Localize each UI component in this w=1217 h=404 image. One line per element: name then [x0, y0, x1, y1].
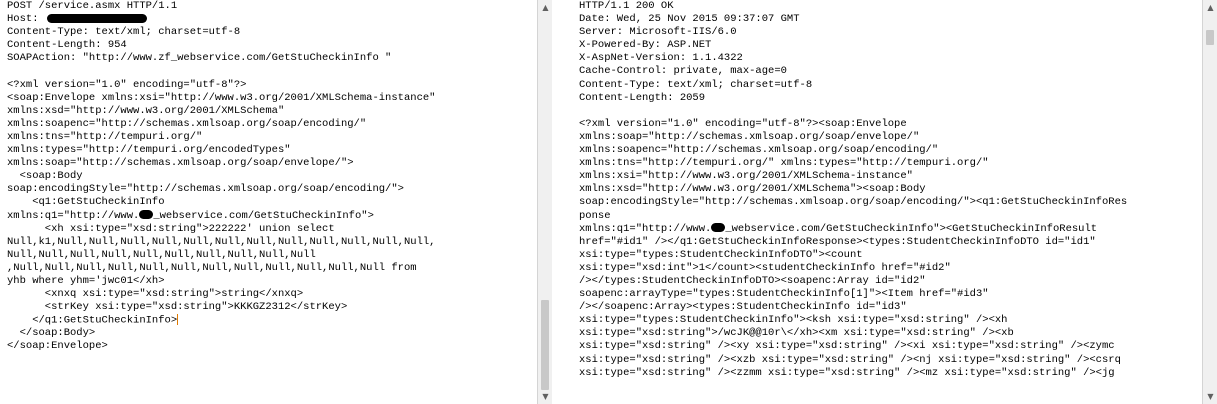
response-body-line: /></soapenc:Array><types:StudentCheckinI… — [579, 301, 907, 314]
scroll-up-arrow-icon[interactable]: ▲ — [538, 0, 553, 15]
response-viewer-pane[interactable]: HTTP/1.1 200 OK Date: Wed, 25 Nov 2015 09… — [552, 0, 1202, 404]
xml-declaration: <?xml version="1.0" encoding="utf-8"?> — [7, 78, 247, 91]
body-open: <soap:Body — [7, 170, 83, 183]
response-body-line: xmlns:xsi="http://www.w3.org/2001/XMLSch… — [579, 170, 913, 183]
request-text[interactable]: POST /service.asmx HTTP/1.1 Host: Content… — [7, 0, 537, 354]
response-scrollbar[interactable]: ▲ ▼ — [1202, 0, 1217, 404]
q1-open: <q1:GetStuCheckinInfo — [7, 196, 165, 209]
redacted-domain — [711, 223, 726, 233]
response-body-line: xsi:type="xsd:string" /><xy xsi:type="xs… — [579, 340, 1115, 353]
scroll-down-arrow-icon[interactable]: ▼ — [538, 389, 553, 404]
response-body-line: /></types:StudentCheckinInfoDTO><soapenc… — [579, 274, 926, 287]
null-line-3: ,Null,Null,Null,Null,Null,Null,Null,Null… — [7, 261, 417, 274]
request-scroll-thumb[interactable] — [541, 300, 549, 390]
response-text[interactable]: HTTP/1.1 200 OK Date: Wed, 25 Nov 2015 09… — [579, 0, 1202, 380]
scroll-up-arrow-icon[interactable]: ▲ — [1203, 0, 1217, 15]
content-length-header: Content-Length: 2059 — [579, 91, 706, 104]
response-body-line: xsi:type="types:StudentCheckinInfo"><ksh… — [579, 314, 1008, 327]
xmlns-soap: xmlns:soap="http://schemas.xmlsoap.org/s… — [7, 157, 354, 170]
powered-by-header: X-Powered-By: ASP.NET — [579, 39, 712, 52]
xmlns-types: xmlns:types="http://tempuri.org/encodedT… — [7, 144, 291, 157]
soap-action-header: SOAPAction: "http://www.zf_webservice.co… — [7, 52, 392, 65]
response-body-line: xsi:type="xsd:int">1</count><studentChec… — [579, 261, 951, 274]
xh-element: <xh xsi:type="xsd:string">222222' union … — [7, 222, 335, 235]
response-body-line: xsi:type="types:StudentCheckinInfoDTO"><… — [579, 248, 863, 261]
date-header: Date: Wed, 25 Nov 2015 09:37:07 GMT — [579, 13, 800, 26]
redacted-host — [46, 13, 147, 23]
response-xmlns-q1: xmlns:q1="http://www. _webservice.com/Get… — [579, 223, 1202, 236]
request-editor-pane[interactable]: POST /service.asmx HTTP/1.1 Host: Content… — [0, 0, 537, 404]
xmlns-xsd: xmlns:xsd="http://www.w3.org/2001/XMLSch… — [7, 104, 285, 117]
null-line-4: yhb where yhm='jwc01</xh> — [7, 274, 165, 287]
response-body-line: <?xml version="1.0" encoding="utf-8"?><s… — [579, 117, 907, 130]
envelope-open: <soap:Envelope xmlns:xsi="http://www.w3.… — [7, 91, 436, 104]
q1-close-text: </q1:GetStuCheckinInfo> — [7, 314, 178, 327]
response-body-line: ponse — [579, 209, 611, 222]
body-close: </soap:Body> — [7, 327, 96, 340]
response-body-line: xsi:type="xsd:string">/wcJK@@10r\</xh><x… — [579, 327, 1014, 340]
request-line: POST /service.asmx HTTP/1.1 — [7, 0, 178, 12]
aspnet-version-header: X-AspNet-Version: 1.1.4322 — [579, 52, 743, 65]
response-body-line: href="#id1" /></q1:GetStuCheckinInfoResp… — [579, 235, 1096, 248]
response-body-line: xmlns:soapenc="http://schemas.xmlsoap.or… — [579, 144, 939, 157]
strkey-element: <strKey xsi:type="xsd:string">KKKGZ2312<… — [7, 301, 348, 314]
server-header: Server: Microsoft-IIS/6.0 — [579, 26, 737, 39]
scroll-down-arrow-icon[interactable]: ▼ — [1203, 389, 1217, 404]
host-header: Host: — [7, 13, 537, 26]
content-type-header: Content-Type: text/xml; charset=utf-8 — [7, 26, 241, 39]
envelope-close: </soap:Envelope> — [7, 340, 108, 353]
response-body-line: xmlns:tns="http://tempuri.org/" xmlns:ty… — [579, 157, 989, 170]
null-line-1: Null,k1,Null,Null,Null,Null,Null,Null,Nu… — [7, 235, 436, 248]
null-line-2: Null,Null,Null,Null,Null,Null,Null,Null,… — [7, 248, 316, 261]
content-length-header: Content-Length: 954 — [7, 39, 127, 52]
response-body-line: xsi:type="xsd:string" /><zzmm xsi:type="… — [579, 366, 1115, 379]
redacted-domain — [139, 210, 154, 220]
status-line: HTTP/1.1 200 OK — [579, 0, 674, 12]
request-scrollbar[interactable]: ▲ ▼ — [537, 0, 553, 404]
response-body-line: xmlns:soap="http://schemas.xmlsoap.org/s… — [579, 130, 920, 143]
response-body-line: soap:encodingStyle="http://schemas.xmlso… — [579, 196, 1128, 209]
response-body-line: xsi:type="xsd:string" /><xzb xsi:type="x… — [579, 353, 1121, 366]
content-type-header: Content-Type: text/xml; charset=utf-8 — [579, 78, 813, 91]
host-label: Host: — [7, 13, 45, 26]
xmlns-q1: xmlns:q1="http://www. _webservice.com/Get… — [7, 210, 537, 223]
response-xmlns-q1-start: xmlns:q1="http://www. — [579, 222, 712, 235]
encoding-style: soap:encodingStyle="http://schemas.xmlso… — [7, 183, 404, 196]
xmlns-q1-end: _webservice.com/GetStuCheckinInfo"> — [153, 209, 374, 222]
text-cursor — [177, 314, 179, 326]
xmlns-soapenc: xmlns:soapenc="http://schemas.xmlsoap.or… — [7, 117, 367, 130]
q1-close: </q1:GetStuCheckinInfo> — [7, 314, 537, 327]
response-scroll-thumb[interactable] — [1206, 30, 1214, 45]
response-body-line: soapenc:arrayType="types:StudentCheckinI… — [579, 288, 989, 301]
response-body-line: xmlns:xsd="http://www.w3.org/2001/XMLSch… — [579, 183, 926, 196]
cache-control-header: Cache-Control: private, max-age=0 — [579, 65, 787, 78]
xnxq-element: <xnxq xsi:type="xsd:string">string</xnxq… — [7, 288, 304, 301]
xmlns-q1-start: xmlns:q1="http://www. — [7, 209, 140, 222]
xmlns-tns: xmlns:tns="http://tempuri.org/" — [7, 130, 203, 143]
response-xmlns-q1-end: _webservice.com/GetStuCheckinInfo"><GetS… — [725, 222, 1098, 235]
